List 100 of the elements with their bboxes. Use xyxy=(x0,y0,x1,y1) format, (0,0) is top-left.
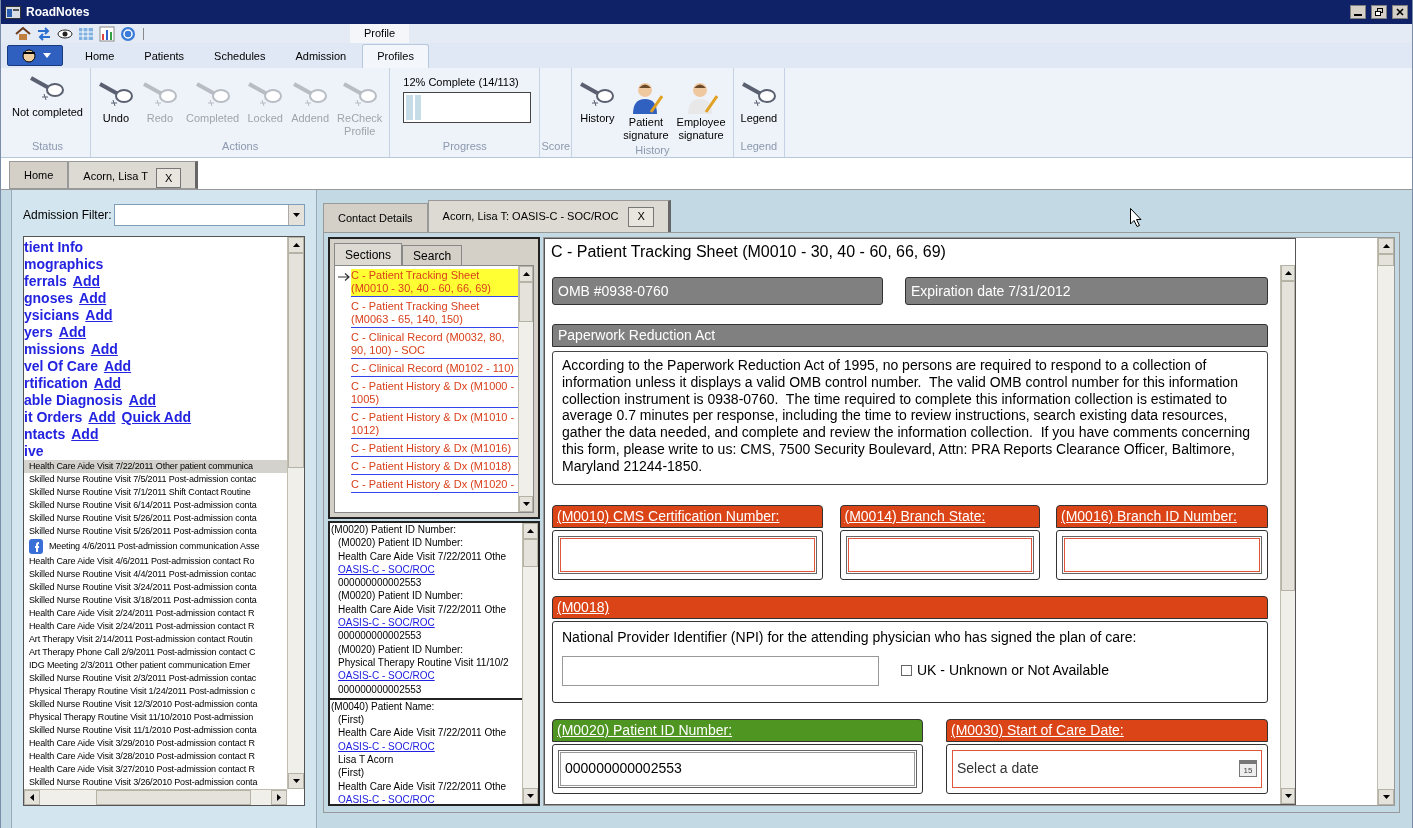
vertical-scrollbar[interactable] xyxy=(522,523,538,804)
result-text: 000000000002553 xyxy=(337,576,423,590)
ribbon-button[interactable]: Patient signature xyxy=(620,74,672,142)
text-input-field[interactable] xyxy=(845,535,1034,574)
visit-list-item[interactable]: Skilled Nurse Routine Visit 6/14/2011 Post-admission conta xyxy=(24,499,287,512)
result-text: 000000000002553 xyxy=(337,629,423,643)
application-menu-button[interactable] xyxy=(7,45,63,66)
content-tab[interactable]: Contact Details xyxy=(323,203,428,232)
scrollbar-thumb[interactable] xyxy=(96,790,251,805)
text-input-field[interactable] xyxy=(558,535,817,574)
form-link[interactable]: OASIS-C - SOC/ROC xyxy=(330,792,522,804)
visit-list-item[interactable]: Health Care Aide Visit 2/24/2011 Post-admission contact R xyxy=(24,620,287,633)
panel-tab[interactable]: Search xyxy=(402,245,463,265)
vertical-scrollbar[interactable] xyxy=(1377,238,1394,805)
visit-list-item[interactable]: Health Care Aide Visit 7/22/2011 Other patient communica xyxy=(24,460,287,473)
ribbon-group-label: Actions xyxy=(222,139,259,154)
section-link[interactable]: C - Clinical Record (M0102 - 110) xyxy=(351,362,518,377)
ribbon-button[interactable]: Not completed xyxy=(9,74,86,119)
visit-list-item[interactable]: Health Care Aide Visit 3/29/2010 Post-admission contact R xyxy=(24,737,287,750)
close-tab-button[interactable]: X xyxy=(155,168,182,188)
form-link[interactable]: OASIS-C - SOC/ROC xyxy=(330,562,522,577)
section-link[interactable]: C - Patient History & Dx (M1018) xyxy=(351,460,518,475)
visit-list-item[interactable]: Skilled Nurse Routine Visit 11/1/2010 Post-admission conta xyxy=(24,724,287,737)
section-link[interactable]: C - Patient History & Dx (M1020 - xyxy=(351,478,518,493)
scrollbar-thumb[interactable] xyxy=(1378,254,1394,266)
visit-list-item[interactable]: Meeting 4/6/2011 Post-admission communication Asse xyxy=(24,538,287,555)
visit-list-item[interactable]: Skilled Nurse Routine Visit 3/26/2010 Post-admission conta xyxy=(24,776,287,789)
visit-list-item[interactable]: Physical Therapy Routine Visit 11/10/2010 Post-admission xyxy=(24,711,287,724)
scrollbar-thumb[interactable] xyxy=(1281,281,1295,591)
form-link[interactable]: OASIS-C - SOC/ROC xyxy=(330,669,522,683)
visit-list-item[interactable]: Health Care Aide Visit 2/24/2011 Post-admission contact R xyxy=(24,607,287,620)
panel-tab[interactable]: Sections xyxy=(334,243,403,265)
visit-list-item[interactable]: Skilled Nurse Routine Visit 4/4/2011 Post-admission contac xyxy=(24,568,287,581)
text-input-field[interactable] xyxy=(1062,535,1262,574)
document-tab[interactable]: Acorn, Lisa T X xyxy=(68,161,199,189)
ribbon-button[interactable]: History xyxy=(576,74,619,125)
unknown-checkbox[interactable]: UK - Unknown or Not Available xyxy=(901,660,1109,682)
date-picker-field[interactable]: Select a date 15 xyxy=(952,749,1262,788)
visit-list-item[interactable]: Art Therapy Phone Call 2/9/2011 Post-admission contact C xyxy=(24,646,287,659)
scroll-down-button[interactable] xyxy=(1378,789,1394,805)
scroll-left-button[interactable] xyxy=(24,790,40,805)
ribbon-button[interactable]: Undo xyxy=(94,74,137,125)
vertical-scrollbar[interactable] xyxy=(287,237,304,789)
calendar-icon[interactable]: 15 xyxy=(1239,760,1257,778)
ribbon-tab[interactable]: Admission xyxy=(281,44,361,68)
visit-list-item[interactable]: Physical Therapy Routine Visit 1/24/2011 Post-admission c xyxy=(24,685,287,698)
visit-list-item[interactable]: Skilled Nurse Routine Visit 2/3/2011 Post-admission contac xyxy=(24,672,287,685)
scroll-down-button[interactable] xyxy=(523,788,538,804)
checkbox-icon[interactable] xyxy=(901,665,912,677)
ribbon-button[interactable]: Employee signature xyxy=(673,74,729,142)
progress-caption: 12% Complete (14/113) xyxy=(403,75,519,90)
visit-list-item[interactable]: Skilled Nurse Routine Visit 3/18/2011 Post-admission conta xyxy=(24,594,287,607)
visit-list-item[interactable]: Skilled Nurse Routine Visit 7/5/2011 Post-admission contac xyxy=(24,473,287,486)
content-tab[interactable]: Acorn, Lisa T: OASIS-C - SOC/ROC X xyxy=(427,200,671,232)
visit-list-item[interactable]: Health Care Aide Visit 3/28/2010 Post-admission contact R xyxy=(24,750,287,763)
scroll-up-button[interactable] xyxy=(288,237,304,253)
scroll-right-button[interactable] xyxy=(271,790,287,805)
scrollbar-thumb[interactable] xyxy=(523,539,538,567)
ribbon-tab[interactable]: Home xyxy=(71,44,129,68)
text-input-field[interactable]: 000000000002553 xyxy=(558,749,917,788)
vertical-scrollbar[interactable] xyxy=(1280,265,1295,804)
magnifier-icon xyxy=(194,80,231,108)
bar-chart-icon[interactable] xyxy=(99,25,115,42)
visit-list-item[interactable]: Skilled Nurse Routine Visit 5/26/2011 Post-admission conta xyxy=(24,525,287,538)
scroll-up-button[interactable] xyxy=(1378,238,1394,254)
scroll-down-button[interactable] xyxy=(288,773,304,789)
ribbon-button[interactable]: Legend xyxy=(737,74,781,125)
scroll-down-button[interactable] xyxy=(1281,788,1295,804)
sync-arrows-icon[interactable] xyxy=(36,25,52,42)
document-tab[interactable]: Home xyxy=(9,161,69,189)
visit-list-item[interactable]: Skilled Nurse Routine Visit 7/1/2011 Shift Contact Routine xyxy=(24,486,287,499)
form-link[interactable]: OASIS-C - SOC/ROC xyxy=(330,616,522,630)
visit-list-item[interactable]: Art Therapy Visit 2/14/2011 Post-admission contact Routin xyxy=(24,633,287,646)
ribbon-tab[interactable]: Patients xyxy=(130,44,199,68)
minimize-button[interactable] xyxy=(1350,5,1366,19)
visit-list-item[interactable]: Health Care Aide Visit 4/6/2011 Post-admission contact Ro xyxy=(24,555,287,568)
close-button[interactable] xyxy=(1392,5,1408,19)
visit-list-item[interactable]: Skilled Nurse Routine Visit 5/26/2011 Post-admission conta xyxy=(24,512,287,525)
house-icon[interactable] xyxy=(15,25,31,42)
npi-input-field[interactable] xyxy=(562,655,879,686)
scroll-up-button[interactable] xyxy=(519,266,533,282)
ribbon-tab[interactable]: Profiles xyxy=(362,44,429,68)
scroll-up-button[interactable] xyxy=(523,523,538,539)
scroll-up-button[interactable] xyxy=(1281,265,1295,281)
close-tab-button[interactable]: X xyxy=(628,206,654,227)
visit-list-item[interactable]: Skilled Nurse Routine Visit 3/24/2011 Post-admission conta xyxy=(24,581,287,594)
visit-list-item[interactable]: IDG Meeting 2/3/2011 Other patient communication Emer xyxy=(24,659,287,672)
restore-button[interactable] xyxy=(1371,5,1387,19)
visit-list-item[interactable]: Health Care Aide Visit 3/27/2010 Post-admission contact R xyxy=(24,763,287,776)
admission-filter-dropdown[interactable] xyxy=(113,204,305,226)
scroll-down-button[interactable] xyxy=(519,496,533,512)
ribbon-tab[interactable]: Schedules xyxy=(200,44,280,68)
form-link[interactable]: OASIS-C - SOC/ROC xyxy=(330,739,522,754)
section-link[interactable]: C - Patient Tracking Sheet (M0010 - 30, 40 - 60, 66, 69) xyxy=(351,269,518,297)
scrollbar-thumb[interactable] xyxy=(288,253,304,468)
scrollbar-thumb[interactable] xyxy=(519,282,533,322)
section-link[interactable]: C - Patient History & Dx (M1016) xyxy=(351,442,518,457)
horizontal-scrollbar[interactable] xyxy=(24,789,287,805)
vertical-scrollbar[interactable] xyxy=(518,266,533,512)
visit-list-item[interactable]: Skilled Nurse Routine Visit 12/3/2010 Post-admission conta xyxy=(24,698,287,711)
